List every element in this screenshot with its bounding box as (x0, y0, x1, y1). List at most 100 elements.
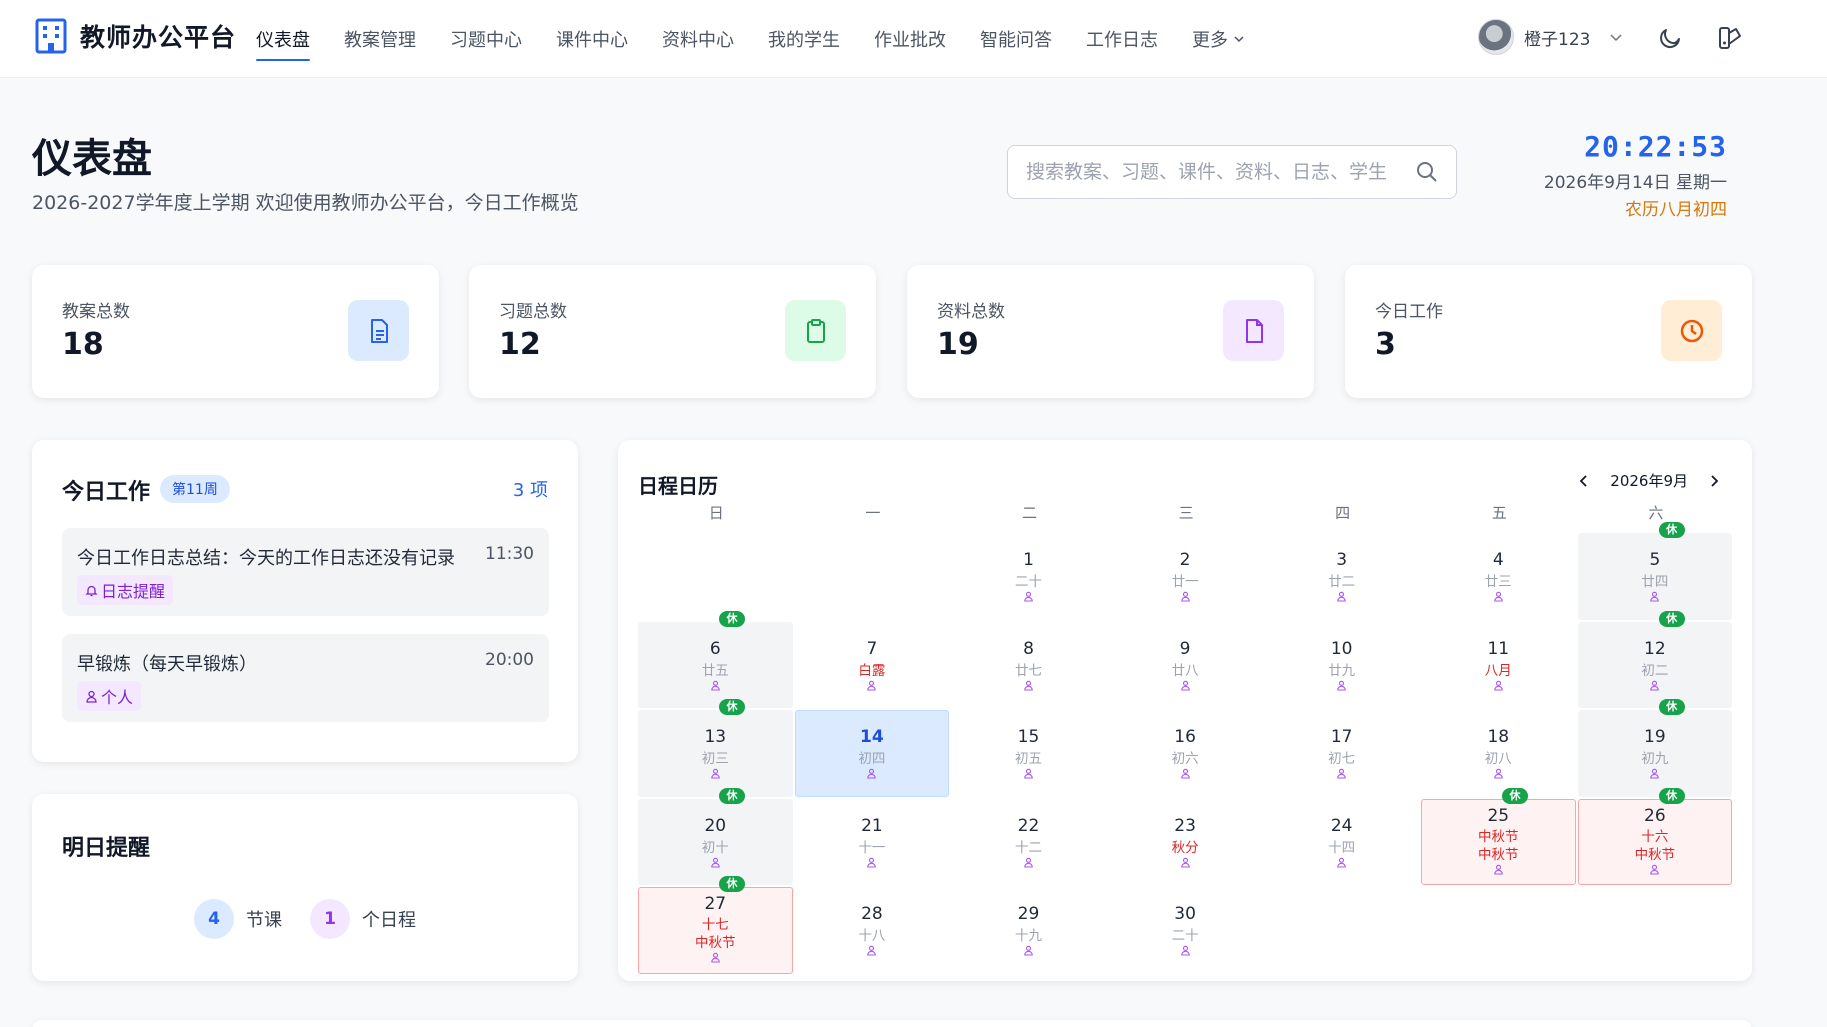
calendar-day[interactable]: 7 白露 (795, 622, 950, 709)
chevron-down-icon (1234, 36, 1244, 43)
task-count-link[interactable]: 3 项 (513, 476, 548, 502)
calendar-day[interactable]: 8 廿七 (951, 622, 1106, 709)
calendar-day[interactable]: 21 十一 (795, 799, 950, 886)
calendar-day[interactable]: 14 初四 (794, 710, 950, 797)
day-lunar: 中秋节 (1478, 828, 1519, 845)
calendar-empty-cell (638, 533, 793, 620)
stat-label: 习题总数 (499, 302, 567, 322)
calendar-day[interactable]: 24 十四 (1264, 799, 1419, 886)
nav-courseware[interactable]: 课件中心 (556, 26, 628, 52)
stat-card-today-work[interactable]: 今日工作 3 (1345, 265, 1752, 398)
calendar-empty-cell (795, 533, 950, 620)
calendar-day[interactable]: 休 20 初十 (638, 787, 793, 885)
calendar-day[interactable]: 休 6 廿五 (638, 610, 793, 708)
page-subtitle: 2026-2027学年度上学期 欢迎使用教师办公平台，今日工作概览 (32, 192, 579, 214)
stat-card-exercises[interactable]: 习题总数 12 (469, 265, 876, 398)
reminder-schedules[interactable]: 1 个日程 (310, 899, 416, 939)
palette-icon[interactable] (1716, 24, 1744, 52)
day-lunar: 廿四 (1641, 574, 1669, 590)
tomorrow-panel: 明日提醒 4 节课 1 个日程 (32, 794, 578, 981)
calendar-day[interactable]: 休 12 初二 (1577, 610, 1733, 708)
day-number: 17 (1330, 727, 1353, 747)
building-icon (35, 18, 67, 54)
day-lunar: 廿二 (1328, 574, 1356, 590)
person-icon (1180, 768, 1190, 779)
calendar-day[interactable]: 休 27 十七 中秋节 (638, 876, 793, 974)
day-lunar: 初七 (1328, 751, 1356, 767)
moon-icon[interactable] (1656, 24, 1684, 52)
calendar-day[interactable]: 28 十八 (795, 887, 950, 974)
calendar-day[interactable]: 4 廿三 (1421, 533, 1576, 620)
calendar-day[interactable]: 休 25 中秋节 中秋节 (1420, 787, 1576, 885)
chevron-right-icon[interactable] (1706, 473, 1722, 489)
day-lunar: 廿八 (1171, 662, 1199, 679)
calendar-day[interactable]: 1 二十 (951, 533, 1106, 620)
person-icon (1024, 768, 1033, 779)
calendar-grid: 1 二十 2 廿一 3 廿二 4 廿三休 5 廿四休 6 廿五 7 白露 8 廿七 9 廿八 10 廿九 11 八月休 12… (638, 522, 1733, 974)
nav-exercises[interactable]: 习题中心 (450, 26, 522, 52)
nav-lesson-plans[interactable]: 教案管理 (344, 26, 416, 52)
calendar-day[interactable]: 17 初七 (1264, 710, 1419, 797)
calendar-day[interactable]: 22 十二 (951, 799, 1106, 886)
person-icon (1337, 680, 1346, 691)
stat-card-lesson-plans[interactable]: 教案总数 18 (32, 265, 439, 398)
person-icon (1024, 857, 1033, 868)
day-lunar: 十二 (1014, 839, 1042, 856)
brand[interactable]: 教师办公平台 (34, 18, 236, 54)
stat-card-materials[interactable]: 资料总数 19 (907, 265, 1314, 398)
calendar-day[interactable]: 16 初六 (1108, 710, 1263, 797)
calendar-day[interactable]: 11 八月 (1421, 622, 1576, 709)
calendar-day[interactable]: 休 13 初三 (638, 699, 793, 797)
calendar-day[interactable]: 23 秋分 (1108, 799, 1263, 886)
day-lunar: 初九 (1641, 751, 1669, 767)
calendar-day[interactable]: 18 初八 (1421, 710, 1576, 797)
calendar-day[interactable]: 3 廿二 (1264, 533, 1419, 620)
nav-ai-qa[interactable]: 智能问答 (980, 26, 1052, 52)
clipboard-icon (785, 300, 846, 361)
calendar-day[interactable]: 休 26 十六 中秋节 (1577, 787, 1733, 885)
calendar-day[interactable]: 休 19 初九 (1577, 699, 1733, 797)
page-title: 仪表盘 (32, 136, 152, 182)
clock-icon (1661, 300, 1722, 361)
user-menu[interactable]: 橙子123 (1478, 19, 1624, 55)
weekday-label: 一 (865, 504, 881, 522)
day-lunar: 二十 (1171, 928, 1199, 944)
nav-homework[interactable]: 作业批改 (874, 26, 946, 52)
nav-work-log[interactable]: 工作日志 (1086, 26, 1158, 52)
rest-badge: 休 (1658, 522, 1685, 538)
nav-students[interactable]: 我的学生 (768, 26, 840, 52)
week-badge: 第11周 (160, 475, 230, 503)
nav-dashboard[interactable]: 仪表盘 (256, 26, 310, 61)
search-icon[interactable] (1416, 161, 1438, 183)
nav-materials[interactable]: 资料中心 (662, 26, 734, 52)
day-number: 6 (709, 638, 721, 659)
search-box[interactable] (1007, 145, 1457, 199)
day-lunar: 廿三 (1484, 574, 1512, 590)
chevron-left-icon[interactable] (1576, 473, 1592, 489)
calendar-day[interactable]: 29 十九 (951, 887, 1106, 974)
calendar-day[interactable]: 2 廿一 (1108, 533, 1263, 620)
day-lunar: 廿九 (1328, 662, 1356, 679)
person-icon (867, 680, 877, 691)
calendar-day[interactable]: 15 初五 (951, 710, 1106, 797)
search-input[interactable] (1026, 161, 1416, 183)
day-lunar: 廿五 (701, 662, 729, 679)
weekday-label: 六 (1648, 504, 1664, 522)
day-lunar: 十一 (858, 839, 886, 856)
person-icon (711, 857, 720, 868)
task-item[interactable]: 今日工作日志总结：今天的工作日志还没有记录 11:30 日志提醒 (62, 528, 549, 616)
calendar-day[interactable]: 休 5 廿四 (1577, 522, 1733, 620)
calendar-day[interactable]: 9 廿八 (1108, 622, 1263, 709)
day-number: 27 (704, 894, 727, 914)
task-title: 今日工作日志总结：今天的工作日志还没有记录 (77, 548, 455, 569)
calendar-day[interactable]: 30 二十 (1108, 887, 1263, 974)
task-tag: 个人 (77, 681, 142, 711)
day-number: 5 (1649, 550, 1661, 570)
day-lunar: 廿一 (1171, 574, 1199, 590)
nav-more[interactable]: 更多 (1192, 26, 1246, 52)
rest-badge: 休 (1658, 610, 1685, 627)
task-item[interactable]: 早锻炼（每天早锻炼） 20:00 个人 (62, 634, 549, 722)
day-festival: 中秋节 (695, 935, 736, 951)
calendar-day[interactable]: 10 廿九 (1264, 622, 1419, 709)
reminder-classes[interactable]: 4 节课 (194, 899, 282, 939)
